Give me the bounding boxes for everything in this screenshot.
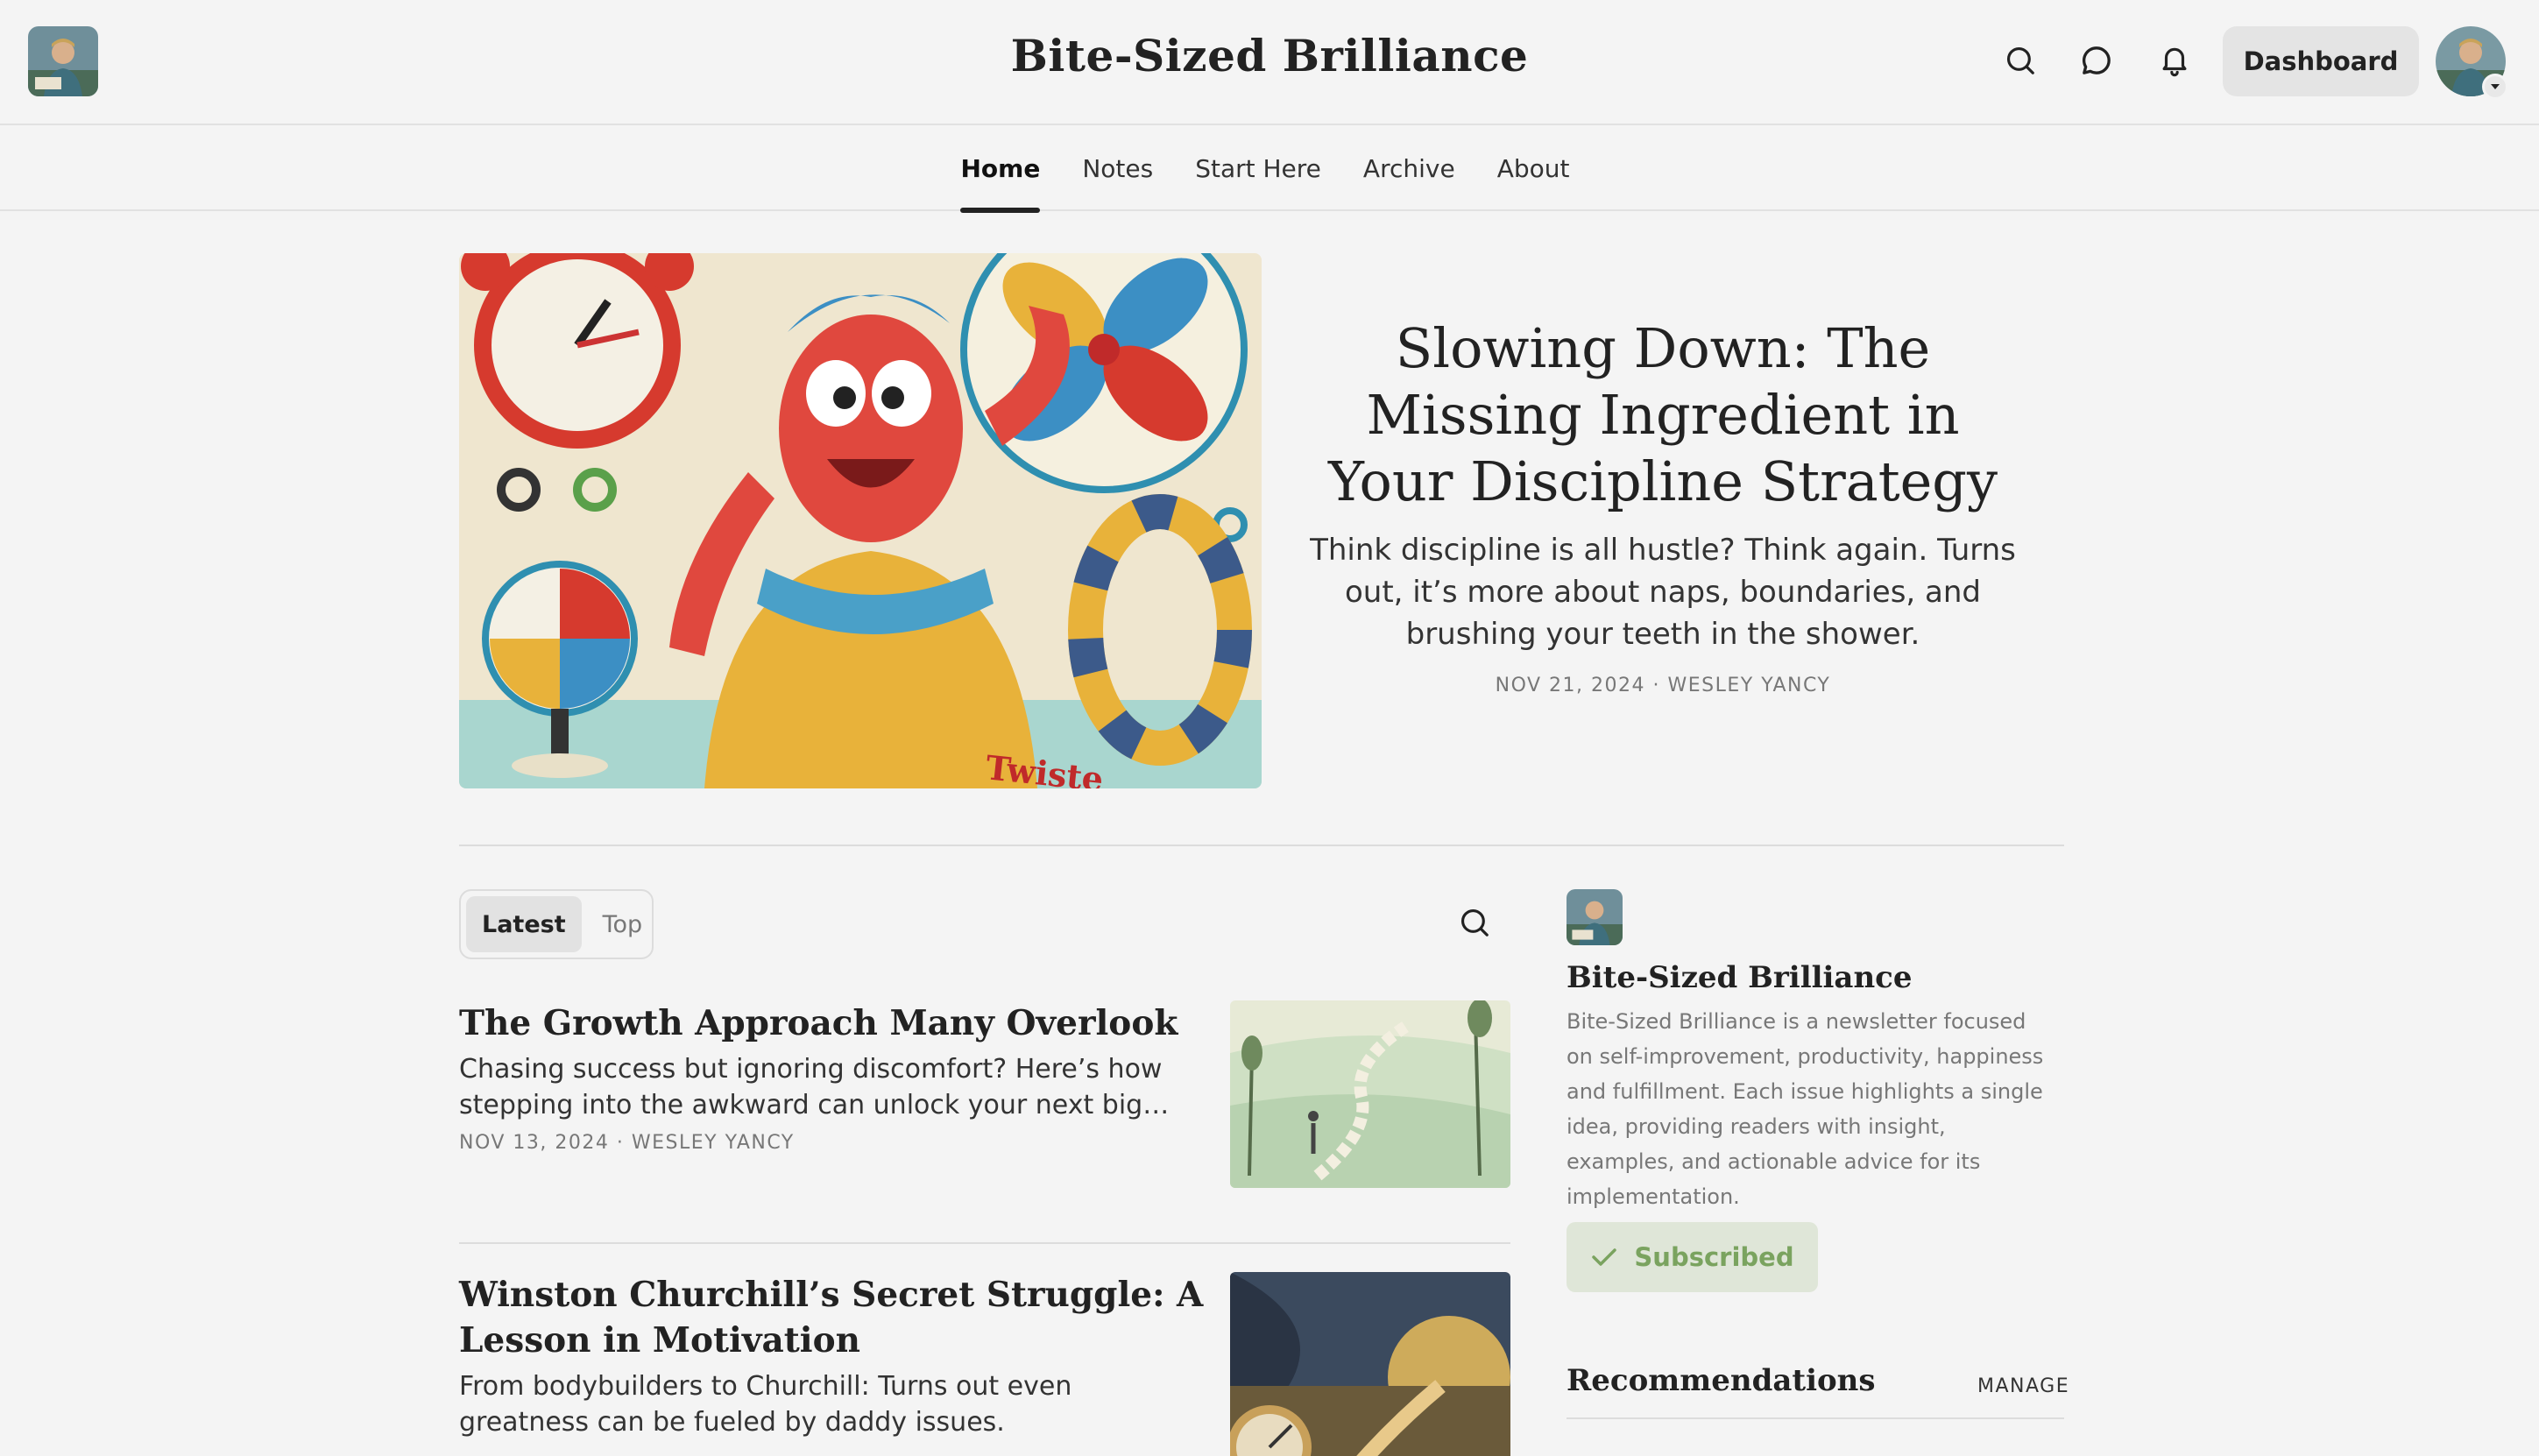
chevron-down-icon[interactable] bbox=[2482, 74, 2508, 100]
recommendations-title: Recommendations bbox=[1567, 1363, 1876, 1398]
nav-item-notes[interactable]: Notes bbox=[1082, 127, 1153, 211]
post-description: From bodybuilders to Churchill: Turns ou… bbox=[459, 1371, 1072, 1438]
publication-logo[interactable] bbox=[1567, 889, 1623, 945]
tab-top[interactable]: Top bbox=[587, 896, 659, 952]
bell-icon[interactable] bbox=[2153, 39, 2196, 82]
hero-image[interactable]: Twiste bbox=[459, 253, 1262, 788]
nav-item-start-here[interactable]: Start Here bbox=[1195, 127, 1321, 211]
subscribed-button[interactable]: Subscribed bbox=[1567, 1222, 1818, 1292]
top-bar: Bite-Sized Brilliance Dashboard bbox=[0, 0, 2539, 125]
hero-meta: NOV 21, 2024 · WESLEY YANCY bbox=[1495, 675, 1831, 696]
post-divider bbox=[459, 1242, 1510, 1244]
manage-recommendations-link[interactable]: MANAGE bbox=[1977, 1375, 2069, 1397]
search-icon[interactable] bbox=[1453, 901, 1496, 944]
post-title[interactable]: The Growth Approach Many Overlook bbox=[459, 1000, 1213, 1046]
sidebar-publication-name[interactable]: Bite-Sized Brilliance bbox=[1567, 960, 1913, 995]
hero-subtitle: Think discipline is all hustle? Think ag… bbox=[1310, 533, 2016, 652]
post-title[interactable]: Winston Churchill’s Secret Struggle: A L… bbox=[459, 1272, 1204, 1363]
sidebar-description: Bite-Sized Brilliance is a newsletter fo… bbox=[1567, 1009, 2044, 1209]
dashboard-button[interactable]: Dashboard bbox=[2223, 26, 2419, 96]
hero-title[interactable]: Slowing Down: The Missing Ingredient in … bbox=[1305, 315, 2020, 515]
search-icon[interactable] bbox=[1998, 39, 2042, 82]
tab-latest[interactable]: Latest bbox=[466, 896, 582, 952]
list-item: Winston Churchill’s Secret Struggle: A L… bbox=[459, 1272, 1204, 1440]
nav-item-home[interactable]: Home bbox=[960, 127, 1040, 213]
list-item: The Growth Approach Many Overlook Chasin… bbox=[459, 1000, 1213, 1154]
post-thumbnail[interactable] bbox=[1230, 1000, 1510, 1188]
primary-nav: Home Notes Start Here Archive About bbox=[0, 127, 2539, 213]
check-icon bbox=[1592, 1248, 1617, 1266]
nav-item-archive[interactable]: Archive bbox=[1363, 127, 1455, 211]
hero-text: Slowing Down: The Missing Ingredient in … bbox=[1305, 315, 2020, 696]
post-sort-tabs: Latest Top bbox=[459, 889, 654, 959]
post-description: Chasing success but ignoring discomfort?… bbox=[459, 1054, 1170, 1120]
nav-item-about[interactable]: About bbox=[1497, 127, 1570, 211]
recommendations-divider bbox=[1567, 1417, 2064, 1419]
chat-icon[interactable] bbox=[2075, 39, 2118, 82]
subscribed-label: Subscribed bbox=[1634, 1242, 1794, 1272]
post-thumbnail[interactable] bbox=[1230, 1272, 1510, 1456]
post-meta: NOV 13, 2024 · WESLEY YANCY bbox=[459, 1132, 795, 1154]
section-divider bbox=[459, 845, 2064, 846]
